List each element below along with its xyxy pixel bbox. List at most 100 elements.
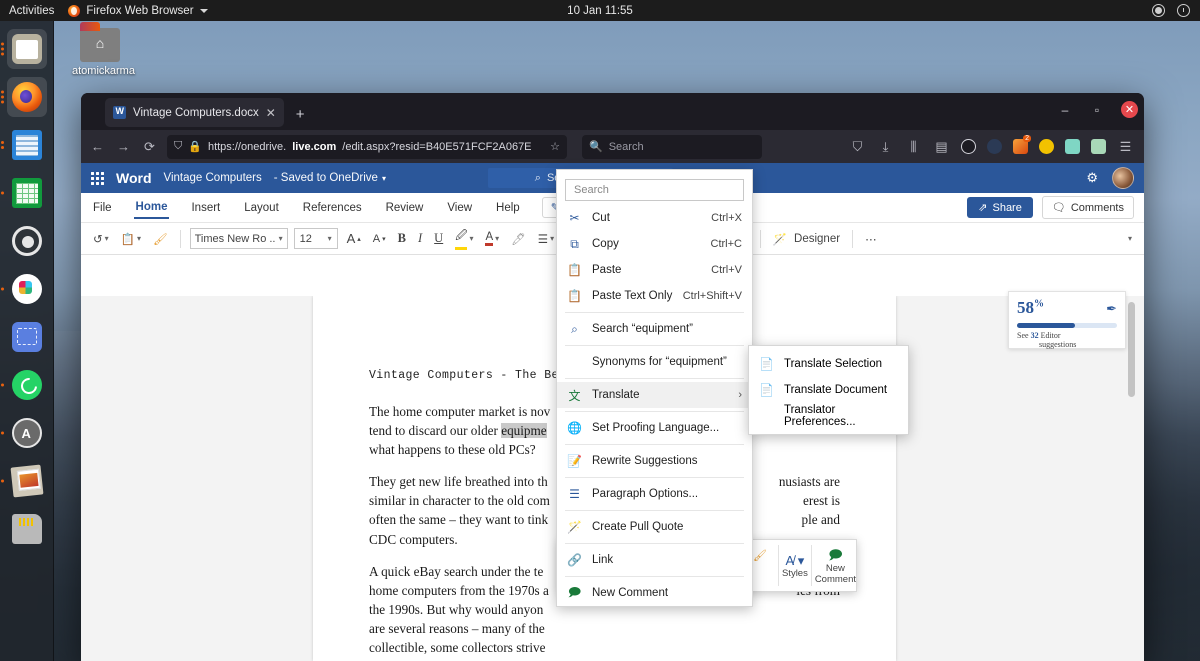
share-button[interactable]: ⇗ Share (967, 197, 1033, 218)
menu-item-link[interactable]: 🔗 Link (557, 547, 752, 573)
pocket-icon[interactable]: ⛉ (849, 139, 866, 155)
dock-item-settings[interactable] (7, 221, 47, 261)
scrollbar-thumb[interactable] (1128, 302, 1135, 397)
document-scrollbar[interactable] (1127, 302, 1136, 655)
collapse-ribbon-button[interactable]: ▾ (1125, 232, 1135, 245)
gear-icon[interactable]: ⚙ (1086, 170, 1098, 186)
lock-icon[interactable]: 🔒 (188, 140, 202, 153)
app-menu[interactable]: Firefox Web Browser (68, 5, 207, 17)
clear-format-icon[interactable]: 🖊 (508, 230, 529, 248)
tab-help[interactable]: Help (494, 198, 522, 218)
editor-score-card[interactable]: 58% ✒ See 32 Editor suggestions (1008, 291, 1126, 349)
account-icon[interactable] (961, 139, 976, 154)
submenu-item-translate-document[interactable]: 📄 Translate Document (749, 377, 908, 403)
font-size-select[interactable]: 12 ▾ (294, 228, 338, 249)
menu-item-create-pull-quote[interactable]: 🪄 Create Pull Quote (557, 514, 752, 540)
dock-item-appimage[interactable] (7, 413, 47, 453)
menu-item-translate[interactable]: 文 Translate › (557, 382, 752, 408)
url-bar[interactable]: ⛉ 🔒 https://onedrive.live.com/edit.aspx?… (167, 135, 567, 159)
more-commands-button[interactable]: ⋯ (862, 230, 880, 248)
dock-item-libreoffice-writer[interactable] (7, 125, 47, 165)
underline-button[interactable]: U (431, 229, 446, 248)
tab-insert[interactable]: Insert (189, 198, 222, 218)
menu-item-paste[interactable]: 📋 Paste Ctrl+V (557, 257, 752, 283)
tab-view[interactable]: View (445, 198, 474, 218)
dock-item-libreoffice-calc[interactable] (7, 173, 47, 213)
mini-new-comment-button[interactable]: 🗩 New Comment (815, 540, 856, 591)
activities-button[interactable]: Activities (9, 5, 54, 17)
menu-item-set-proofing-language[interactable]: 🌐 Set Proofing Language... (557, 415, 752, 441)
font-name-select[interactable]: Times New Ro ... ▾ (190, 228, 288, 249)
bold-button[interactable]: B (395, 229, 409, 248)
paste-icon[interactable]: 📋▾ (118, 230, 144, 248)
word-brand[interactable]: Word (116, 170, 152, 186)
designer-button[interactable]: 🪄 Designer (770, 230, 844, 248)
dock-item-screenshot[interactable] (7, 317, 47, 357)
dock-item-whatsapp[interactable] (7, 365, 47, 405)
waffle-icon[interactable] (91, 172, 104, 185)
menu-item-rewrite-suggestions[interactable]: 📝 Rewrite Suggestions (557, 448, 752, 474)
tab-references[interactable]: References (301, 198, 364, 218)
font-color-icon[interactable]: A▾ (482, 229, 502, 248)
library-icon[interactable]: ⫼ (905, 139, 922, 155)
reload-icon[interactable]: ⟳ (141, 139, 158, 155)
submenu-item-translator-preferences[interactable]: Translator Preferences... (749, 403, 908, 429)
star-icon[interactable]: ☆ (550, 140, 560, 153)
menu-item-paragraph-options[interactable]: ☰ Paragraph Options... (557, 481, 752, 507)
downloads-icon[interactable]: ⤓ (877, 139, 894, 155)
document-name[interactable]: Vintage Computers (164, 172, 262, 184)
tab-file[interactable]: File (91, 198, 114, 218)
forward-arrow-icon[interactable]: → (115, 139, 132, 154)
save-icon[interactable] (1065, 139, 1080, 154)
close-button[interactable]: ✕ (1121, 101, 1138, 118)
tab-layout[interactable]: Layout (242, 198, 281, 218)
dock-item-files[interactable] (7, 29, 47, 69)
clock-icon[interactable] (1177, 4, 1190, 17)
context-menu-search[interactable]: Search (565, 179, 744, 201)
menu-item-new-comment[interactable]: 🗩 New Comment (557, 580, 752, 606)
dock-item-photos[interactable] (7, 461, 47, 501)
files-icon (12, 34, 42, 64)
mini-styles-button[interactable]: A̸ ▾ Styles (782, 540, 809, 591)
undo-icon[interactable]: ↺▾ (90, 230, 112, 248)
highlight-icon[interactable]: 🖉▾ (452, 226, 476, 252)
close-icon[interactable]: ✕ (266, 106, 276, 120)
avatar[interactable] (1112, 167, 1134, 189)
browser-search-bar[interactable]: 🔍 Search (582, 135, 762, 159)
grow-font-button[interactable]: A▴ (344, 229, 364, 248)
minimize-button[interactable]: – (1057, 103, 1073, 117)
dock-item-sdcard[interactable] (7, 509, 47, 549)
new-tab-button[interactable]: + (296, 107, 305, 122)
chevron-down-icon[interactable]: ▾ (382, 174, 386, 183)
back-arrow-icon[interactable]: ← (89, 139, 106, 154)
dark-reader-icon[interactable] (987, 139, 1002, 154)
sidebar-icon[interactable]: ▤ (933, 139, 950, 155)
menu-item-synonyms[interactable]: Synonyms for “equipment” (557, 349, 752, 375)
menu-item-paste-text-only[interactable]: 📋 Paste Text Only Ctrl+Shift+V (557, 283, 752, 309)
desktop-icon-atomickarma[interactable]: atomickarma (72, 28, 128, 77)
shield-icon[interactable]: ⛉ (174, 140, 182, 153)
editor-suggestions-note[interactable]: See 32 Editor suggestions (1017, 331, 1117, 349)
tab-home[interactable]: Home (134, 197, 170, 219)
menu-item-copy[interactable]: ⧉ Copy Ctrl+C (557, 231, 752, 257)
shrink-font-button[interactable]: A▾ (370, 231, 389, 247)
sync-icon[interactable] (1152, 4, 1165, 17)
dock-item-firefox[interactable] (7, 77, 47, 117)
comments-button[interactable]: 🗨 Comments (1042, 196, 1134, 219)
lightbulb-icon[interactable] (1039, 139, 1054, 154)
menu-item-cut[interactable]: ✂ Cut Ctrl+X (557, 205, 752, 231)
align-icon[interactable]: ☰▾ (535, 230, 557, 248)
browser-tab[interactable]: Vintage Computers.docx ✕ (105, 98, 284, 127)
reading-icon[interactable] (1091, 139, 1106, 154)
menu-icon[interactable]: ☰ (1117, 139, 1134, 155)
italic-button[interactable]: I (415, 229, 425, 248)
extension-icon[interactable]: 2 (1013, 139, 1028, 154)
format-painter-icon[interactable]: 🖌 (750, 547, 770, 564)
menu-item-search-equipment[interactable]: ⌕ Search “equipment” (557, 316, 752, 342)
dock-item-slack[interactable] (7, 269, 47, 309)
tab-review[interactable]: Review (384, 198, 426, 218)
maximize-button[interactable]: ▫ (1089, 103, 1105, 117)
context-menu-search-placeholder: Search (574, 184, 609, 196)
submenu-item-translate-selection[interactable]: 📄 Translate Selection (749, 351, 908, 377)
format-painter-icon[interactable]: 🖌 (150, 230, 171, 248)
